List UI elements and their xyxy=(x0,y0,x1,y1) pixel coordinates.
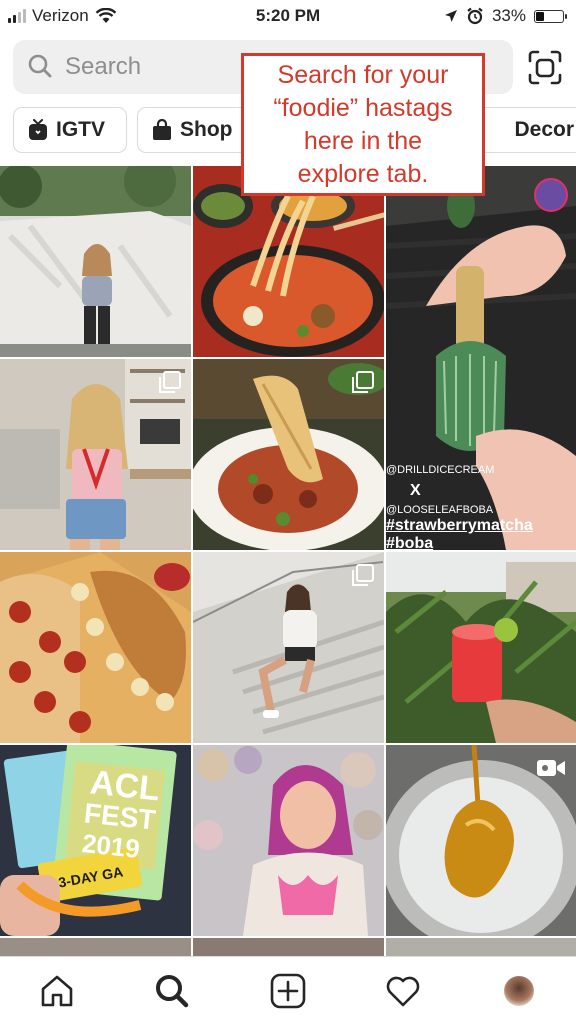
multi-photo-icon xyxy=(159,371,181,393)
annotation-line: “foodie” hastags xyxy=(273,94,453,122)
shopping-bag-icon xyxy=(153,119,171,140)
nav-activity-button[interactable] xyxy=(381,969,425,1013)
explore-grid: @DRILLDICECREAM X @LOOSELEAFBOBA #strawb… xyxy=(0,166,576,956)
bottom-tab-bar xyxy=(0,956,576,1025)
annotation-line: explore tab. xyxy=(297,160,429,188)
post-thumbnail-partial[interactable] xyxy=(0,938,191,956)
scan-nametag-button[interactable] xyxy=(524,47,566,89)
post-thumbnail-red-cocktail[interactable] xyxy=(386,552,576,743)
multi-photo-icon xyxy=(352,564,374,586)
annotation-line: here in the xyxy=(303,127,423,155)
post-thumbnail-pasta[interactable] xyxy=(193,359,384,550)
post-thumbnail-pizza[interactable] xyxy=(0,552,191,743)
igtv-icon xyxy=(29,119,47,140)
post-caption-hashtag: #boba xyxy=(386,535,434,550)
post-thumbnail-woman-white-wall[interactable] xyxy=(0,166,191,357)
post-thumbnail-woman-stairs[interactable] xyxy=(193,552,384,743)
chip-label: Decor xyxy=(514,118,574,141)
chip-label: IGTV xyxy=(56,118,106,141)
alarm-clock-icon xyxy=(467,7,483,25)
battery-fill xyxy=(536,11,545,21)
scan-icon xyxy=(528,50,562,85)
chip-igtv[interactable]: IGTV xyxy=(13,107,127,153)
post-thumbnail-honey-sugar-video[interactable] xyxy=(386,745,576,936)
post-caption-x: X xyxy=(410,482,421,499)
location-arrow-icon xyxy=(444,10,457,22)
post-thumbnail-woman-plush-toys[interactable] xyxy=(193,745,384,936)
battery-icon xyxy=(534,9,567,23)
post-caption-handle: @LOOSELEAFBOBA xyxy=(386,504,494,516)
post-thumbnail-partial[interactable] xyxy=(193,938,384,956)
home-icon xyxy=(41,975,73,1007)
status-bar: Verizon 5:20 PM 33% xyxy=(0,0,576,34)
post-caption-handle: @DRILLDICECREAM xyxy=(386,464,495,476)
battery-percent: 33% xyxy=(491,6,526,25)
profile-story-avatar[interactable] xyxy=(534,178,568,212)
ticket-year-text: 2019 xyxy=(80,828,142,864)
profile-avatar xyxy=(504,976,534,1006)
post-thumbnail-matcha-whisk[interactable]: @DRILLDICECREAM X @LOOSELEAFBOBA #strawb… xyxy=(386,166,576,550)
nav-search-button[interactable] xyxy=(150,969,194,1013)
status-right: 33% xyxy=(444,6,567,26)
new-post-icon xyxy=(270,973,306,1009)
nav-profile-button[interactable] xyxy=(497,969,541,1013)
chip-shop[interactable]: Shop xyxy=(137,107,255,153)
annotation-line: Search for your xyxy=(277,61,449,89)
search-icon xyxy=(156,975,189,1008)
video-camera-icon xyxy=(537,760,565,776)
chip-label: Shop xyxy=(180,118,233,141)
tutorial-annotation-callout: Search for your “foodie” hastags here in… xyxy=(241,53,485,196)
nav-home-button[interactable] xyxy=(35,969,79,1013)
post-thumbnail-festival-tickets[interactable]: ACL FEST 2019 3-DAY GA xyxy=(0,745,191,936)
search-icon xyxy=(28,54,52,78)
multi-photo-icon xyxy=(352,371,374,393)
post-thumbnail-woman-living-room[interactable] xyxy=(0,359,191,550)
nav-new-post-button[interactable] xyxy=(266,969,310,1013)
post-caption-hashtag: #strawberrymatcha xyxy=(386,517,533,534)
activity-heart-icon xyxy=(386,976,420,1007)
post-thumbnail-partial[interactable] xyxy=(386,938,576,956)
